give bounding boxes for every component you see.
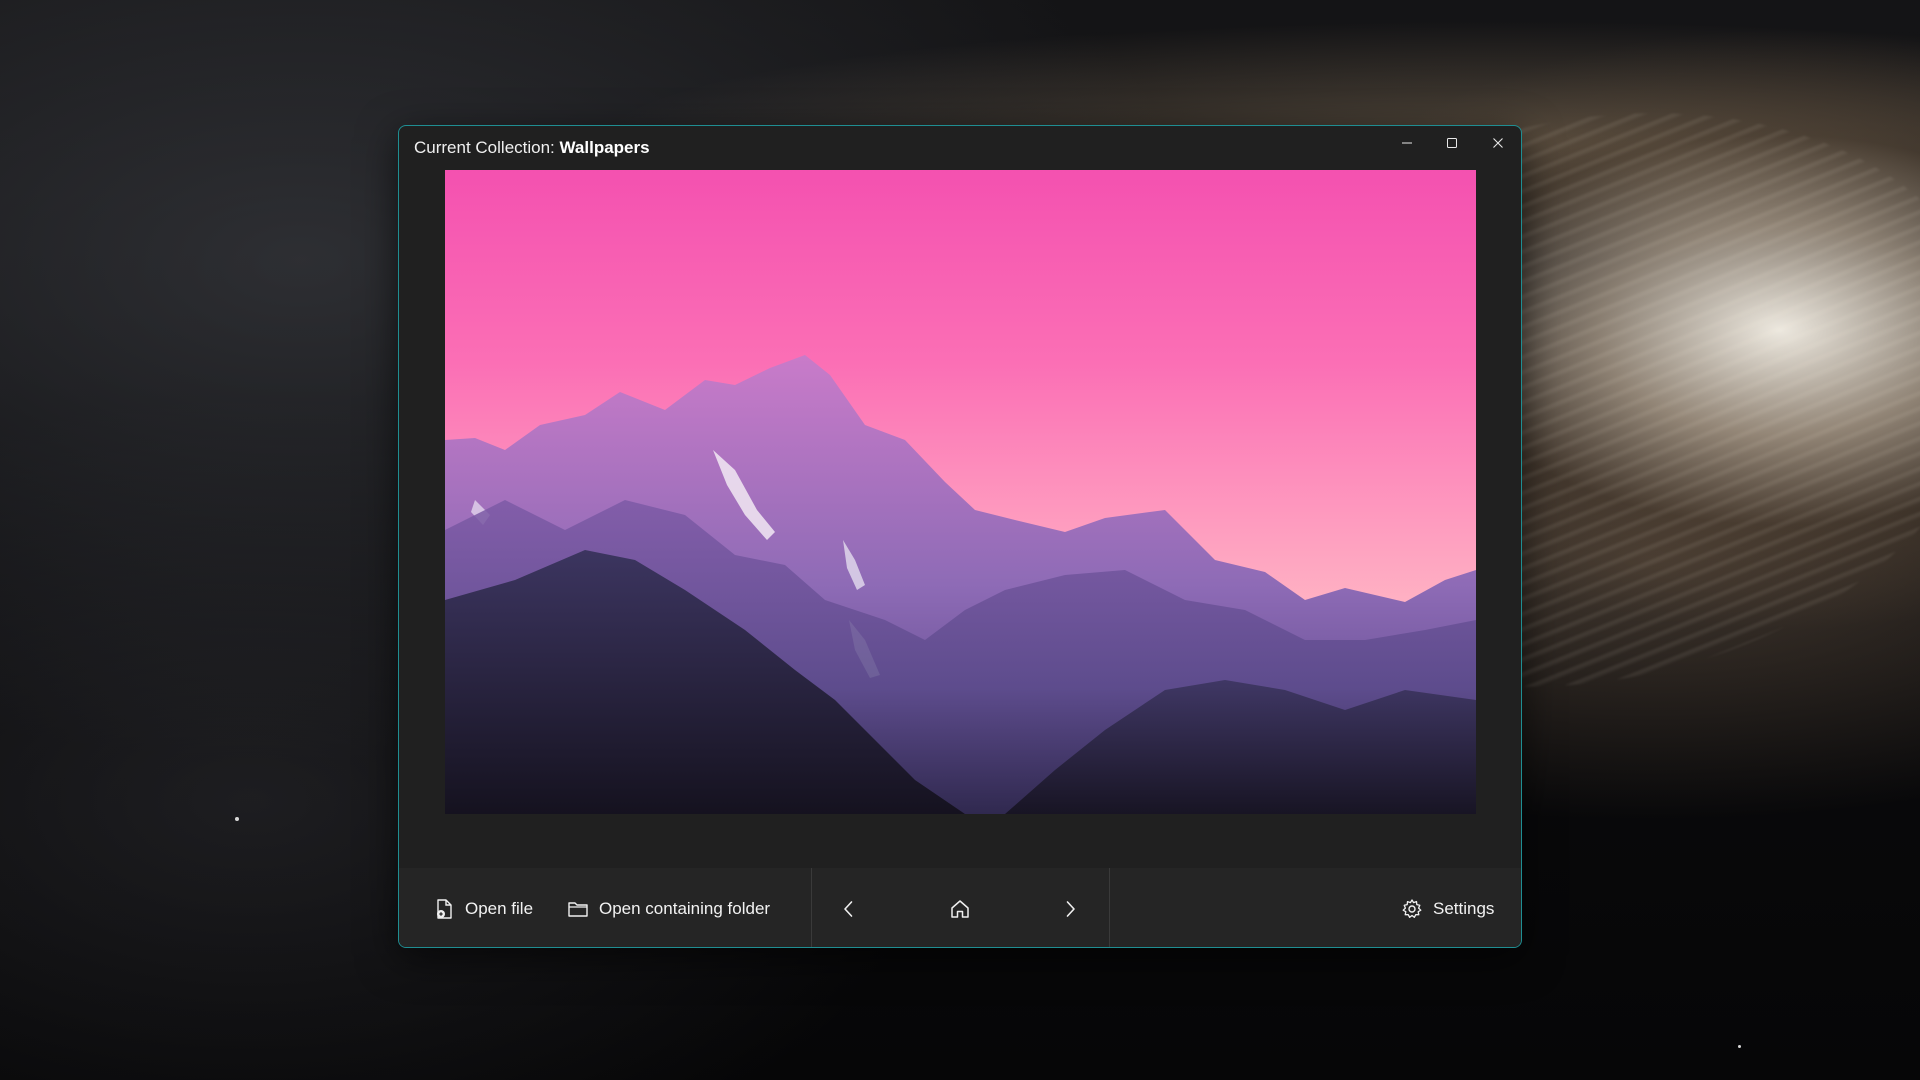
chevron-right-icon <box>1066 900 1075 917</box>
toolbar-divider <box>1109 868 1110 947</box>
home-icon <box>951 899 969 918</box>
open-file-label: Open file <box>465 898 534 918</box>
open-containing-folder-button[interactable]: Open containing folder <box>567 868 771 947</box>
chevron-left-icon <box>844 900 853 917</box>
close-button[interactable] <box>1475 126 1521 160</box>
maximize-button[interactable] <box>1429 126 1475 160</box>
previous-button[interactable] <box>824 868 874 947</box>
close-icon <box>1493 138 1503 148</box>
window-title: Current Collection: Wallpapers <box>414 138 650 158</box>
mountain-image <box>445 355 1476 814</box>
title-prefix: Current Collection: <box>414 138 560 157</box>
command-bar: Open file Open containing folder Setting… <box>399 868 1521 947</box>
gear-icon <box>1402 898 1422 918</box>
open-file-icon <box>437 898 452 919</box>
toolbar-divider <box>811 868 812 947</box>
next-button[interactable] <box>1045 868 1095 947</box>
settings-label: Settings <box>1433 898 1495 918</box>
title-bar[interactable]: Current Collection: Wallpapers <box>399 126 1521 170</box>
open-file-button[interactable]: Open file <box>433 868 534 947</box>
wallpaper-star <box>235 817 239 821</box>
maximize-icon <box>1447 138 1457 148</box>
wallpaper-star <box>1738 1045 1741 1048</box>
minimize-button[interactable] <box>1384 126 1430 160</box>
settings-button[interactable]: Settings <box>1401 868 1495 947</box>
minimize-icon <box>1402 142 1412 144</box>
open-folder-label: Open containing folder <box>599 898 771 918</box>
image-viewer-window: Current Collection: Wallpapers Open file… <box>398 125 1522 948</box>
image-preview <box>445 170 1476 814</box>
folder-icon <box>568 901 588 917</box>
home-button[interactable] <box>935 868 985 947</box>
collection-name: Wallpapers <box>559 138 650 157</box>
